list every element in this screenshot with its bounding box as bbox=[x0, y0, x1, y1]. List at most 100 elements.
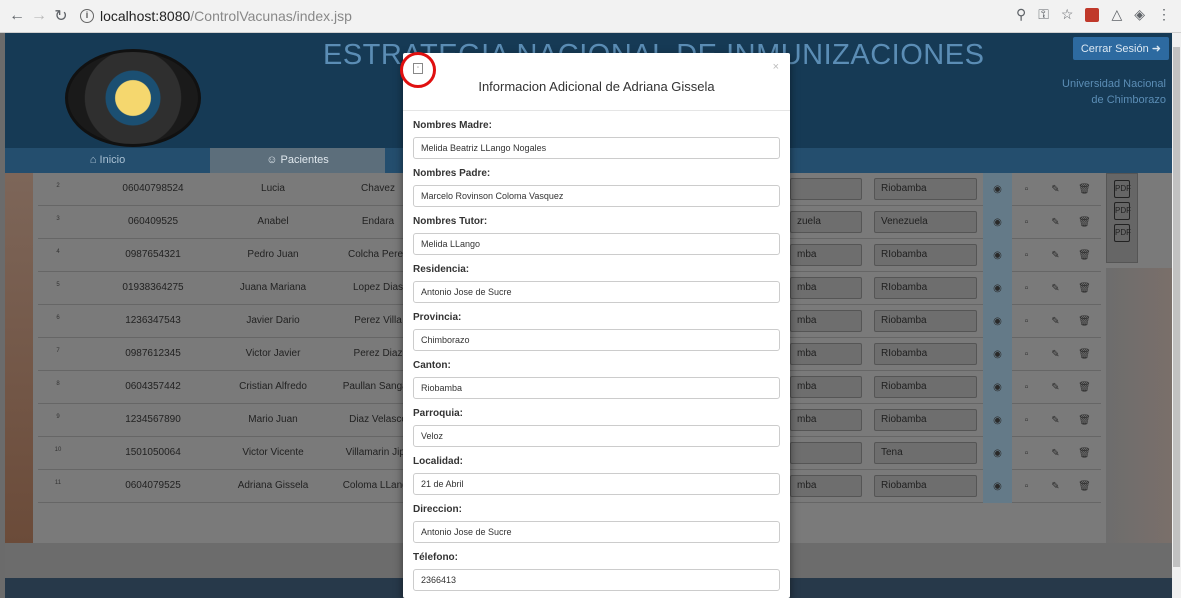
field-input[interactable]: Antonio Jose de Sucre bbox=[413, 281, 780, 303]
edit-icon[interactable]: ✎ bbox=[1041, 470, 1070, 503]
key-icon[interactable]: ⚿ bbox=[1038, 6, 1049, 23]
delete-icon[interactable]: 🗑 bbox=[1070, 239, 1099, 272]
view-icon[interactable]: ◉ bbox=[983, 338, 1012, 371]
pdf-icon[interactable]: ▫ bbox=[1012, 404, 1041, 437]
close-icon[interactable]: × bbox=[773, 61, 779, 73]
scrollbar-thumb[interactable] bbox=[1173, 47, 1180, 567]
logout-button[interactable]: Cerrar Sesión ➜ bbox=[1072, 37, 1169, 60]
delete-icon[interactable]: 🗑 bbox=[1070, 272, 1099, 305]
field-input[interactable]: Marcelo Rovinson Coloma Vasquez bbox=[413, 185, 780, 207]
pdf-icon[interactable]: ▫ bbox=[1012, 437, 1041, 470]
pdf-icon[interactable]: PDF bbox=[1114, 224, 1131, 242]
patient-info-modal: ▫ × Informacion Adicional de Adriana Gis… bbox=[403, 53, 790, 598]
first-name-cell: Victor Vicente bbox=[242, 447, 304, 458]
edit-icon[interactable]: ✎ bbox=[1041, 239, 1070, 272]
field-input[interactable]: Melida LLango bbox=[413, 233, 780, 255]
shield-extension-icon[interactable]: ◈ bbox=[1134, 6, 1145, 23]
info-icon[interactable]: i bbox=[80, 9, 94, 23]
pdf-icon[interactable]: ▫ bbox=[1012, 305, 1041, 338]
first-name-cell: Cristian Alfredo bbox=[239, 381, 307, 392]
delete-icon[interactable]: 🗑 bbox=[1070, 173, 1099, 206]
field-label: Residencia: bbox=[413, 264, 470, 275]
logout-label: Cerrar Sesión bbox=[1080, 43, 1149, 55]
page-scrollbar[interactable] bbox=[1172, 33, 1181, 598]
pdf-icon[interactable]: ▫ bbox=[1012, 272, 1041, 305]
view-icon[interactable]: ◉ bbox=[983, 437, 1012, 470]
edit-icon[interactable]: ✎ bbox=[1041, 206, 1070, 239]
row-number: 8 bbox=[56, 381, 60, 387]
edit-icon[interactable]: ✎ bbox=[1041, 173, 1070, 206]
residence-field bbox=[790, 442, 862, 464]
edit-icon[interactable]: ✎ bbox=[1041, 338, 1070, 371]
zoom-icon[interactable]: ⚲ bbox=[1016, 6, 1026, 23]
pdf-icon[interactable]: ▫ bbox=[1012, 206, 1041, 239]
delete-icon[interactable]: 🗑 bbox=[1070, 338, 1099, 371]
university-logo bbox=[65, 49, 201, 147]
field-label: Canton: bbox=[413, 360, 451, 371]
star-icon[interactable]: ☆ bbox=[1061, 6, 1074, 23]
extension-gray-icon[interactable]: △ bbox=[1111, 6, 1122, 23]
forward-arrow-icon[interactable]: → bbox=[28, 7, 50, 25]
edit-icon[interactable]: ✎ bbox=[1041, 305, 1070, 338]
address-bar[interactable]: i localhost:8080/ControlVacunas/index.js… bbox=[80, 8, 352, 24]
tab-inicio[interactable]: ⌂ Inicio bbox=[5, 148, 210, 173]
residence-field: mba bbox=[790, 310, 862, 332]
canton-field: Riobamba bbox=[874, 409, 977, 431]
first-name-cell: Mario Juan bbox=[248, 414, 298, 425]
pdf-icon[interactable]: ▫ bbox=[1012, 239, 1041, 272]
field-input[interactable]: Melida Beatriz LLango Nogales bbox=[413, 137, 780, 159]
delete-icon[interactable]: 🗑 bbox=[1070, 404, 1099, 437]
view-icon[interactable]: ◉ bbox=[983, 239, 1012, 272]
menu-dots-icon[interactable]: ⋮ bbox=[1157, 6, 1171, 23]
pdf-icon[interactable]: PDF bbox=[1114, 180, 1131, 198]
row-number: 5 bbox=[56, 282, 60, 288]
pdf-icon[interactable]: ▫ bbox=[1012, 470, 1041, 503]
edit-icon[interactable]: ✎ bbox=[1041, 272, 1070, 305]
delete-icon[interactable]: 🗑 bbox=[1070, 437, 1099, 470]
view-icon[interactable]: ◉ bbox=[983, 206, 1012, 239]
canton-field: Riobamba bbox=[874, 310, 977, 332]
view-icon[interactable]: ◉ bbox=[983, 305, 1012, 338]
university-line1: Universidad Nacional bbox=[1062, 78, 1166, 90]
field-label: Nombres Madre: bbox=[413, 120, 492, 131]
row-actions: ◉ ▫ ✎ 🗑 bbox=[983, 239, 1101, 272]
delete-icon[interactable]: 🗑 bbox=[1070, 206, 1099, 239]
view-icon[interactable]: ◉ bbox=[983, 173, 1012, 206]
view-icon[interactable]: ◉ bbox=[983, 470, 1012, 503]
logout-icon: ➜ bbox=[1151, 43, 1161, 55]
back-arrow-icon[interactable]: ← bbox=[6, 7, 28, 25]
field-label: Nombres Tutor: bbox=[413, 216, 488, 227]
row-number: 11 bbox=[54, 480, 62, 486]
field-label: Télefono: bbox=[413, 552, 458, 563]
reload-icon[interactable]: ↻ bbox=[50, 6, 72, 26]
pdf-icon[interactable]: ▫ bbox=[1012, 338, 1041, 371]
modal-title: Informacion Adicional de Adriana Gissela bbox=[478, 79, 715, 94]
field-input[interactable]: Chimborazo bbox=[413, 329, 780, 351]
edit-icon[interactable]: ✎ bbox=[1041, 404, 1070, 437]
view-icon[interactable]: ◉ bbox=[983, 371, 1012, 404]
tab-pacientes[interactable]: ☺ Pacientes bbox=[210, 148, 385, 173]
cedula-cell: 1234567890 bbox=[125, 414, 181, 425]
edit-icon[interactable]: ✎ bbox=[1041, 437, 1070, 470]
first-name-cell: Lucia bbox=[261, 183, 285, 194]
field-input[interactable]: 21 de Abril bbox=[413, 473, 780, 495]
pdf-icon[interactable]: PDF bbox=[1114, 202, 1131, 220]
browser-toolbar: ← → ↻ i localhost:8080/ControlVacunas/in… bbox=[0, 0, 1181, 33]
delete-icon[interactable]: 🗑 bbox=[1070, 371, 1099, 404]
edit-icon[interactable]: ✎ bbox=[1041, 371, 1070, 404]
pdf-icon[interactable]: ▫ bbox=[1012, 371, 1041, 404]
cedula-cell: 0987612345 bbox=[125, 348, 181, 359]
field-input[interactable]: Veloz bbox=[413, 425, 780, 447]
delete-icon[interactable]: 🗑 bbox=[1070, 305, 1099, 338]
extension-icon[interactable] bbox=[1085, 7, 1100, 22]
field-input[interactable]: 2366413 bbox=[413, 569, 780, 591]
field-input[interactable]: Riobamba bbox=[413, 377, 780, 399]
row-number: 9 bbox=[56, 414, 60, 420]
view-icon[interactable]: ◉ bbox=[983, 272, 1012, 305]
modal-body: Nombres Madre: Melida Beatriz LLango Noga… bbox=[403, 110, 790, 591]
view-icon[interactable]: ◉ bbox=[983, 404, 1012, 437]
canton-field: Riobamba bbox=[874, 178, 977, 200]
pdf-icon[interactable]: ▫ bbox=[1012, 173, 1041, 206]
delete-icon[interactable]: 🗑 bbox=[1070, 470, 1099, 503]
field-input[interactable]: Antonio Jose de Sucre bbox=[413, 521, 780, 543]
